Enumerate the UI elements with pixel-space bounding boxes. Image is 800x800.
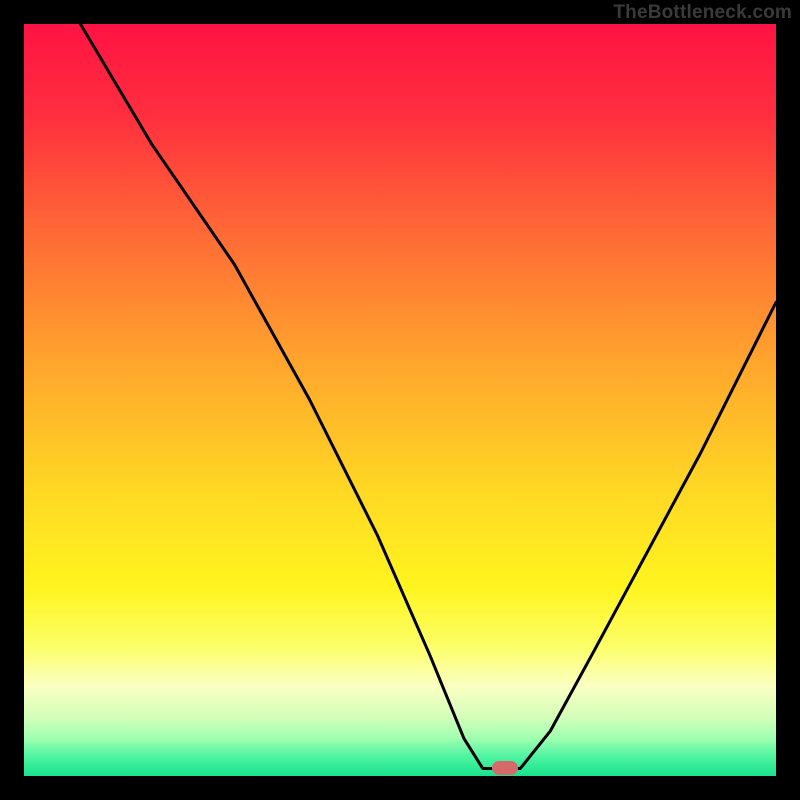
optimal-marker [492, 761, 518, 775]
chart-frame: TheBottleneck.com [0, 0, 800, 800]
bottleneck-curve [24, 24, 776, 776]
watermark-text: TheBottleneck.com [613, 2, 792, 24]
plot-area [24, 24, 776, 776]
